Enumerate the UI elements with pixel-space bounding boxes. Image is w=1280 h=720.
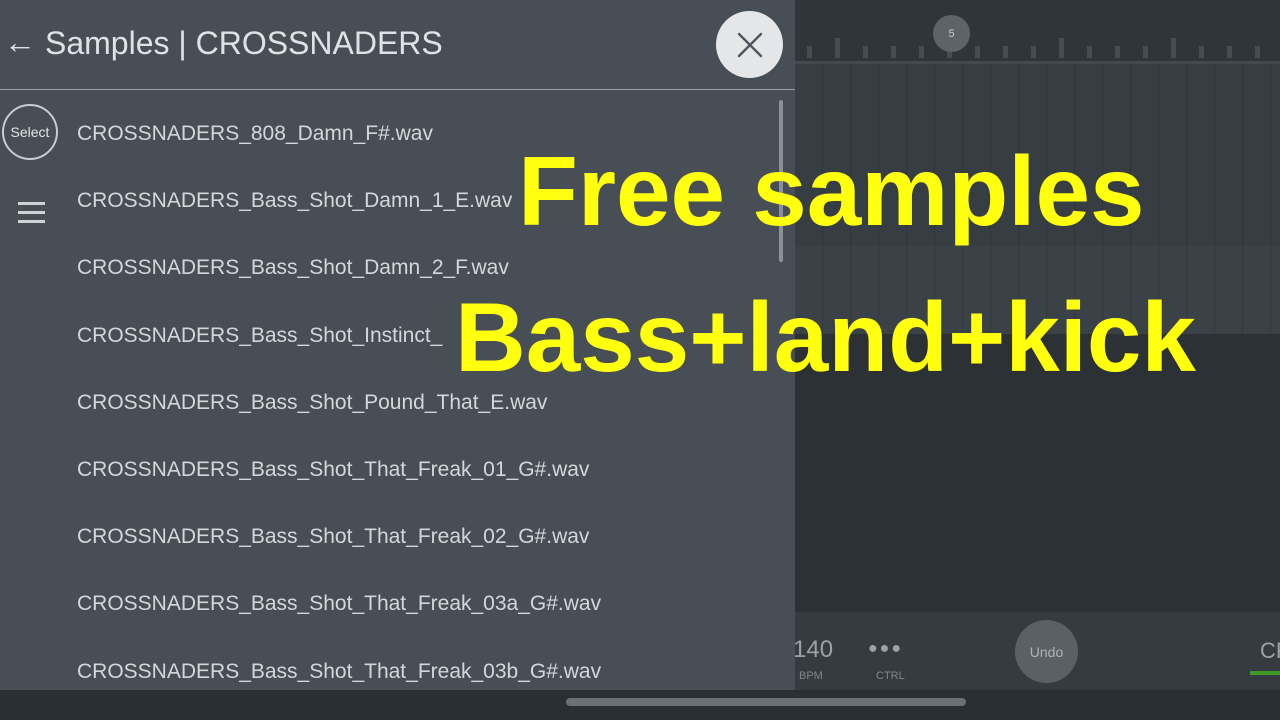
file-item[interactable]: CROSSNADERS_Bass_Shot_That_Freak_03b_G#.… (77, 638, 777, 705)
ruler-tick (891, 46, 896, 58)
undo-button[interactable]: Undo (1015, 620, 1078, 683)
file-item[interactable]: CROSSNADERS_Bass_Shot_That_Freak_03a_G#.… (77, 570, 777, 637)
ruler-tick (1171, 38, 1176, 58)
select-button[interactable]: Select (2, 104, 58, 160)
ruler-tick (1115, 46, 1120, 58)
panel-header: ← Samples | CROSSNADERS (0, 0, 795, 90)
bpm-label: BPM (799, 670, 823, 682)
ruler-tick (1031, 46, 1036, 58)
menu-icon[interactable] (18, 202, 45, 224)
ruler-tick (1143, 46, 1148, 58)
app-root: 5 140 BPM ●●● CTRL Undo CR ← Samples | C… (0, 0, 1280, 720)
bar-marker[interactable]: 5 (933, 15, 970, 52)
channel-rack-label[interactable]: CR (1260, 638, 1280, 664)
ruler-tick (1255, 46, 1260, 58)
close-button[interactable] (716, 11, 783, 78)
ruler-tick (919, 46, 924, 58)
ruler-tick (1199, 46, 1204, 58)
ruler-tick (1003, 46, 1008, 58)
caption-line-1: Free samples (518, 136, 1145, 246)
ruler-tick (1059, 38, 1064, 58)
file-item[interactable]: CROSSNADERS_Bass_Shot_That_Freak_01_G#.w… (77, 436, 777, 503)
ctrl-label: CTRL (876, 670, 905, 682)
ruler-tick (975, 46, 980, 58)
ctrl-dots-icon[interactable]: ●●● (868, 640, 903, 658)
ruler-tick (807, 46, 812, 58)
ruler-tick (863, 46, 868, 58)
ruler-tick (835, 38, 840, 58)
bpm-value[interactable]: 140 (793, 636, 833, 664)
ruler-tick (1087, 46, 1092, 58)
file-item[interactable]: CROSSNADERS_Bass_Shot_That_Freak_02_G#.w… (77, 503, 777, 570)
timeline-ruler[interactable] (795, 0, 1280, 62)
back-arrow-icon[interactable]: ← (4, 22, 36, 62)
panel-title: Samples | CROSSNADERS (45, 25, 443, 61)
channel-rack-indicator (1250, 671, 1280, 675)
close-icon (737, 32, 762, 57)
ruler-tick (1227, 46, 1232, 58)
caption-line-2: Bass+land+kick (455, 282, 1196, 392)
